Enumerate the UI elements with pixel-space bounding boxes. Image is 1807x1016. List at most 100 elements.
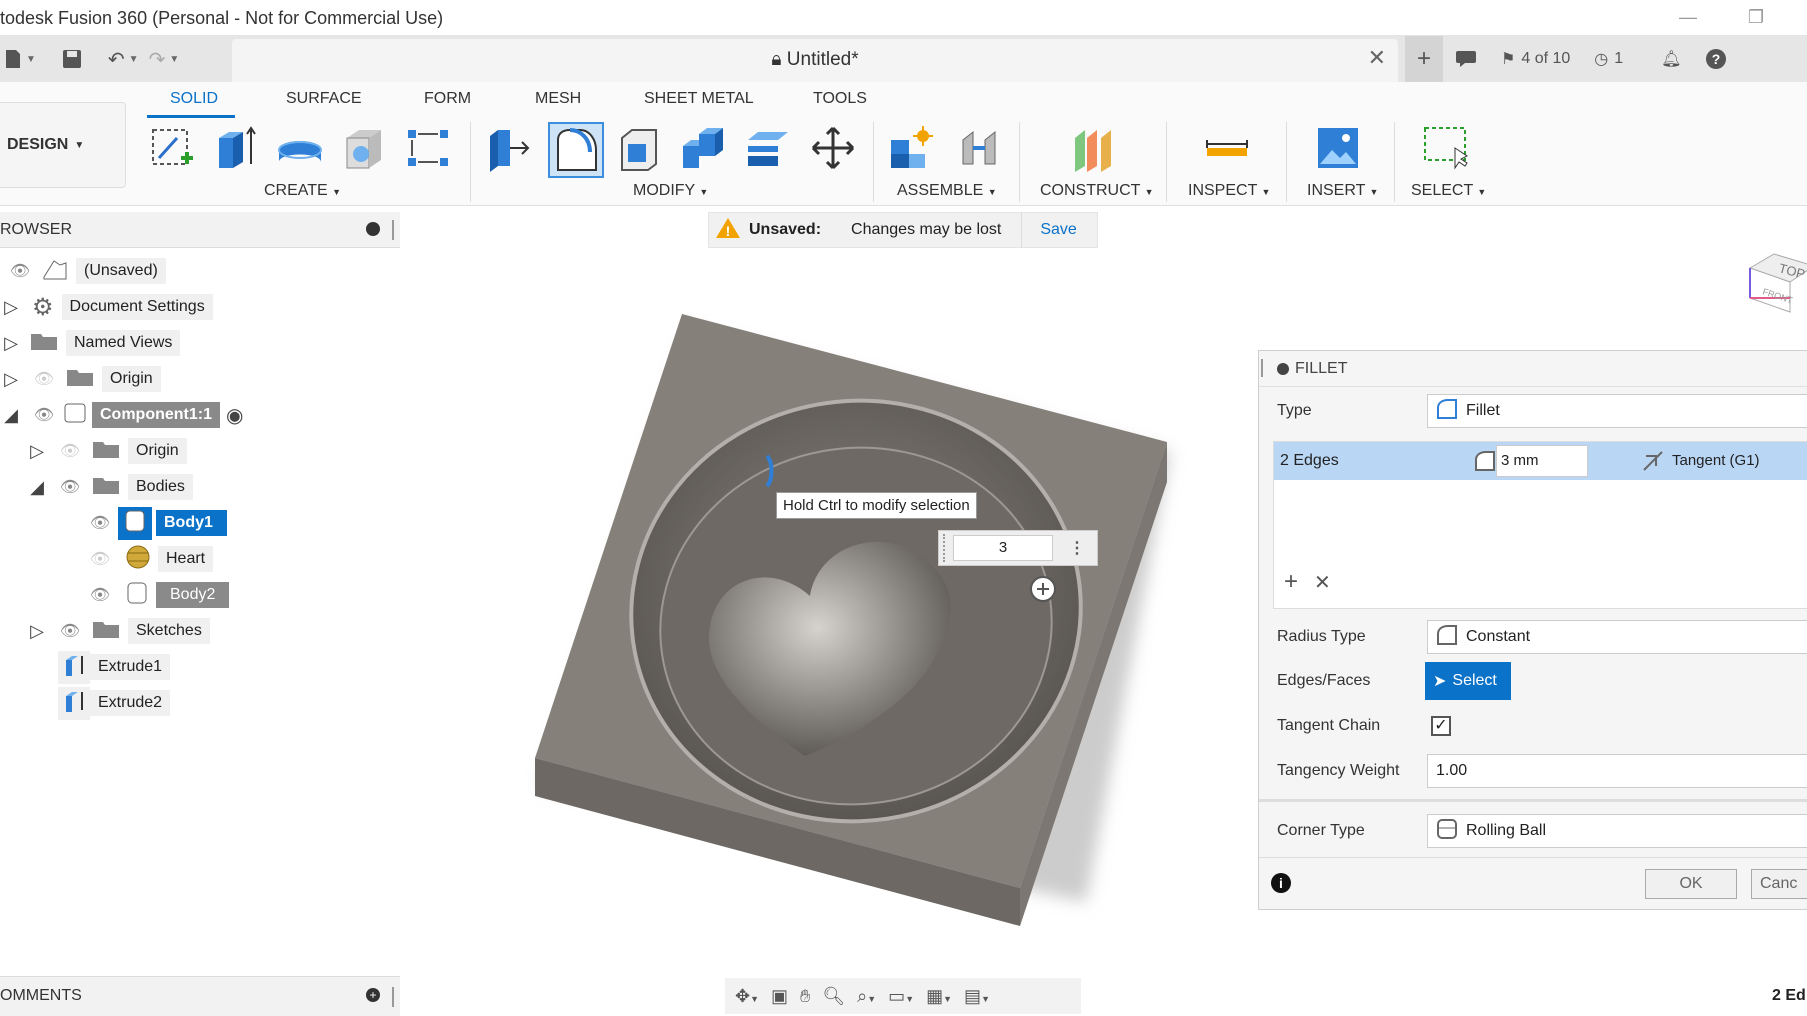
add-comment-icon[interactable]: + xyxy=(366,988,380,1002)
minimize-icon[interactable]: — xyxy=(1668,4,1708,30)
tab-sheet-metal[interactable]: SHEET METAL xyxy=(644,90,754,108)
pattern-icon[interactable] xyxy=(403,122,453,174)
tree-item-component-origin[interactable]: ▷ 👁︎ Origin xyxy=(26,436,187,466)
eye-icon[interactable]: 👁︎ xyxy=(86,585,114,605)
file-menu-icon[interactable]: ▼ xyxy=(4,49,36,69)
tree-item-document-settings[interactable]: ▷ ⚙ Document Settings xyxy=(0,292,213,322)
grip-handle[interactable] xyxy=(943,534,953,562)
tree-item-component[interactable]: ◢ 👁︎ Component1:1 ◉ xyxy=(0,400,243,430)
eye-icon[interactable]: 👁︎ xyxy=(56,621,84,641)
tree-item-bodies[interactable]: ◢ 👁︎ Bodies xyxy=(26,472,193,502)
eye-icon[interactable]: 👁︎ xyxy=(86,513,114,533)
info-icon[interactable]: i xyxy=(1271,873,1291,893)
group-inspect[interactable]: INSPECT ▼ xyxy=(1188,182,1270,200)
tab-surface[interactable]: SURFACE xyxy=(286,90,362,108)
help-icon[interactable]: ? xyxy=(1693,36,1739,82)
display-settings-icon[interactable]: ▭▼ xyxy=(888,986,914,1007)
more-options-icon[interactable]: ⋮ xyxy=(1069,538,1085,558)
collapse-dialog-icon[interactable] xyxy=(1277,363,1289,375)
clock-button[interactable]: ◷ 1 xyxy=(1582,36,1635,82)
tree-item-heart[interactable]: 👁︎ Heart xyxy=(86,544,214,574)
group-assemble[interactable]: ASSEMBLE ▼ xyxy=(897,182,997,200)
tree-item-named-views[interactable]: ▷ Named Views xyxy=(0,328,181,358)
tab-tools[interactable]: TOOLS xyxy=(813,90,867,108)
cancel-button[interactable]: Canc xyxy=(1751,869,1807,899)
measure-icon[interactable] xyxy=(1202,122,1252,174)
combine-icon[interactable] xyxy=(678,122,728,174)
eye-icon[interactable]: 👁︎ xyxy=(6,261,34,281)
radius-input[interactable]: 3 xyxy=(953,535,1053,561)
viewports-icon[interactable]: ▤▼ xyxy=(964,986,990,1007)
new-component-icon[interactable] xyxy=(886,122,936,174)
group-select[interactable]: SELECT ▼ xyxy=(1411,182,1486,200)
look-at-icon[interactable]: ▣ xyxy=(771,986,788,1007)
tree-item-body1[interactable]: 👁︎ Body1 xyxy=(86,506,227,540)
document-tab[interactable]: 🔒︎ Untitled* ✕ xyxy=(232,39,1398,82)
group-create[interactable]: CREATE ▼ xyxy=(264,182,341,200)
zoom-icon[interactable]: 🔍︎ xyxy=(822,986,845,1007)
revolve-icon[interactable] xyxy=(275,122,325,174)
insert-image-icon[interactable] xyxy=(1313,122,1363,174)
orbit-icon[interactable]: ✥▼ xyxy=(735,986,759,1007)
group-modify[interactable]: MODIFY ▼ xyxy=(633,182,708,200)
chamfer-icon[interactable] xyxy=(615,122,665,174)
job-status-button[interactable]: ⚑ 4 of 10 xyxy=(1489,36,1582,82)
undo-icon[interactable]: ↶ ▼ xyxy=(108,47,139,72)
tree-item-sketches[interactable]: ▷ 👁︎ Sketches xyxy=(26,616,210,646)
press-pull-icon[interactable] xyxy=(483,122,533,174)
workspace-switcher[interactable]: DESIGN ▼ xyxy=(0,102,126,188)
panel-grip-icon[interactable] xyxy=(392,987,394,1007)
tree-item-body2[interactable]: 👁︎ Body2 xyxy=(86,580,230,610)
tree-item-origin[interactable]: ▷ 👁︎ Origin xyxy=(0,364,161,394)
pan-icon[interactable]: ✋︎ xyxy=(800,986,810,1007)
hidden-eye-icon[interactable]: 👁︎ xyxy=(56,441,84,461)
zoom-window-icon[interactable]: ⌕▼ xyxy=(857,986,876,1007)
select-icon[interactable] xyxy=(1420,122,1470,174)
continuity-value[interactable]: Tangent (G1) xyxy=(1672,452,1760,469)
offset-face-icon[interactable] xyxy=(743,122,793,174)
timeline-item-extrude1[interactable]: Extrude1 xyxy=(58,650,171,684)
restore-icon[interactable]: ❐ xyxy=(1736,4,1776,30)
radius-type-select[interactable]: Constant ▼ xyxy=(1427,620,1807,654)
selection-set-row[interactable]: 2 Edges 3 mm Tangent (G1) xyxy=(1274,442,1807,480)
collapse-browser-icon[interactable] xyxy=(366,222,380,236)
notifications-icon[interactable]: 🔔︎ xyxy=(1649,36,1693,82)
expand-icon[interactable]: ▷ xyxy=(0,333,22,354)
comments-icon[interactable] xyxy=(1443,36,1489,82)
save-icon[interactable] xyxy=(62,49,82,69)
panel-grip-icon[interactable] xyxy=(1261,359,1263,377)
collapse-icon[interactable]: ◢ xyxy=(0,405,22,426)
shell-icon[interactable] xyxy=(340,122,390,174)
eye-icon[interactable]: 👁︎ xyxy=(30,405,58,425)
joint-icon[interactable] xyxy=(954,122,1004,174)
collapse-icon[interactable]: ◢ xyxy=(26,477,48,498)
new-tab-icon[interactable]: + xyxy=(1405,36,1444,82)
ok-button[interactable]: OK xyxy=(1645,869,1737,899)
close-tab-icon[interactable]: ✕ xyxy=(1368,45,1386,71)
offset-plane-icon[interactable] xyxy=(1068,122,1118,174)
panel-grip-icon[interactable] xyxy=(392,220,394,240)
group-construct[interactable]: CONSTRUCT ▼ xyxy=(1040,182,1154,200)
hidden-eye-icon[interactable]: 👁︎ xyxy=(30,369,58,389)
tab-form[interactable]: FORM xyxy=(424,90,471,108)
tangency-weight-input[interactable]: 1.00 xyxy=(1427,754,1807,788)
add-selection-set-icon[interactable]: + xyxy=(1284,568,1298,596)
grid-icon[interactable]: ▦▼ xyxy=(926,986,952,1007)
tree-item-root[interactable]: 👁︎ (Unsaved) xyxy=(6,256,166,286)
eye-icon[interactable]: 👁︎ xyxy=(56,477,84,497)
create-sketch-icon[interactable] xyxy=(148,122,198,174)
redo-icon[interactable]: ↷ ▼ xyxy=(149,47,180,72)
activate-radio-icon[interactable]: ◉ xyxy=(226,403,243,428)
tangent-chain-checkbox[interactable]: ✓ xyxy=(1431,716,1451,736)
group-insert[interactable]: INSERT ▼ xyxy=(1307,182,1378,200)
type-select[interactable]: Fillet ▼ xyxy=(1427,394,1807,428)
expand-icon[interactable]: ▷ xyxy=(26,621,48,642)
expand-icon[interactable]: ▷ xyxy=(0,297,22,318)
expand-icon[interactable]: ▷ xyxy=(0,369,22,390)
fillet-icon[interactable] xyxy=(548,122,604,178)
tab-mesh[interactable]: MESH xyxy=(535,90,581,108)
radius-field[interactable]: 3 mm xyxy=(1496,445,1588,477)
corner-type-select[interactable]: Rolling Ball ▼ xyxy=(1427,814,1807,848)
hidden-eye-icon[interactable]: 👁︎ xyxy=(86,549,114,569)
tab-solid[interactable]: SOLID xyxy=(170,90,218,108)
